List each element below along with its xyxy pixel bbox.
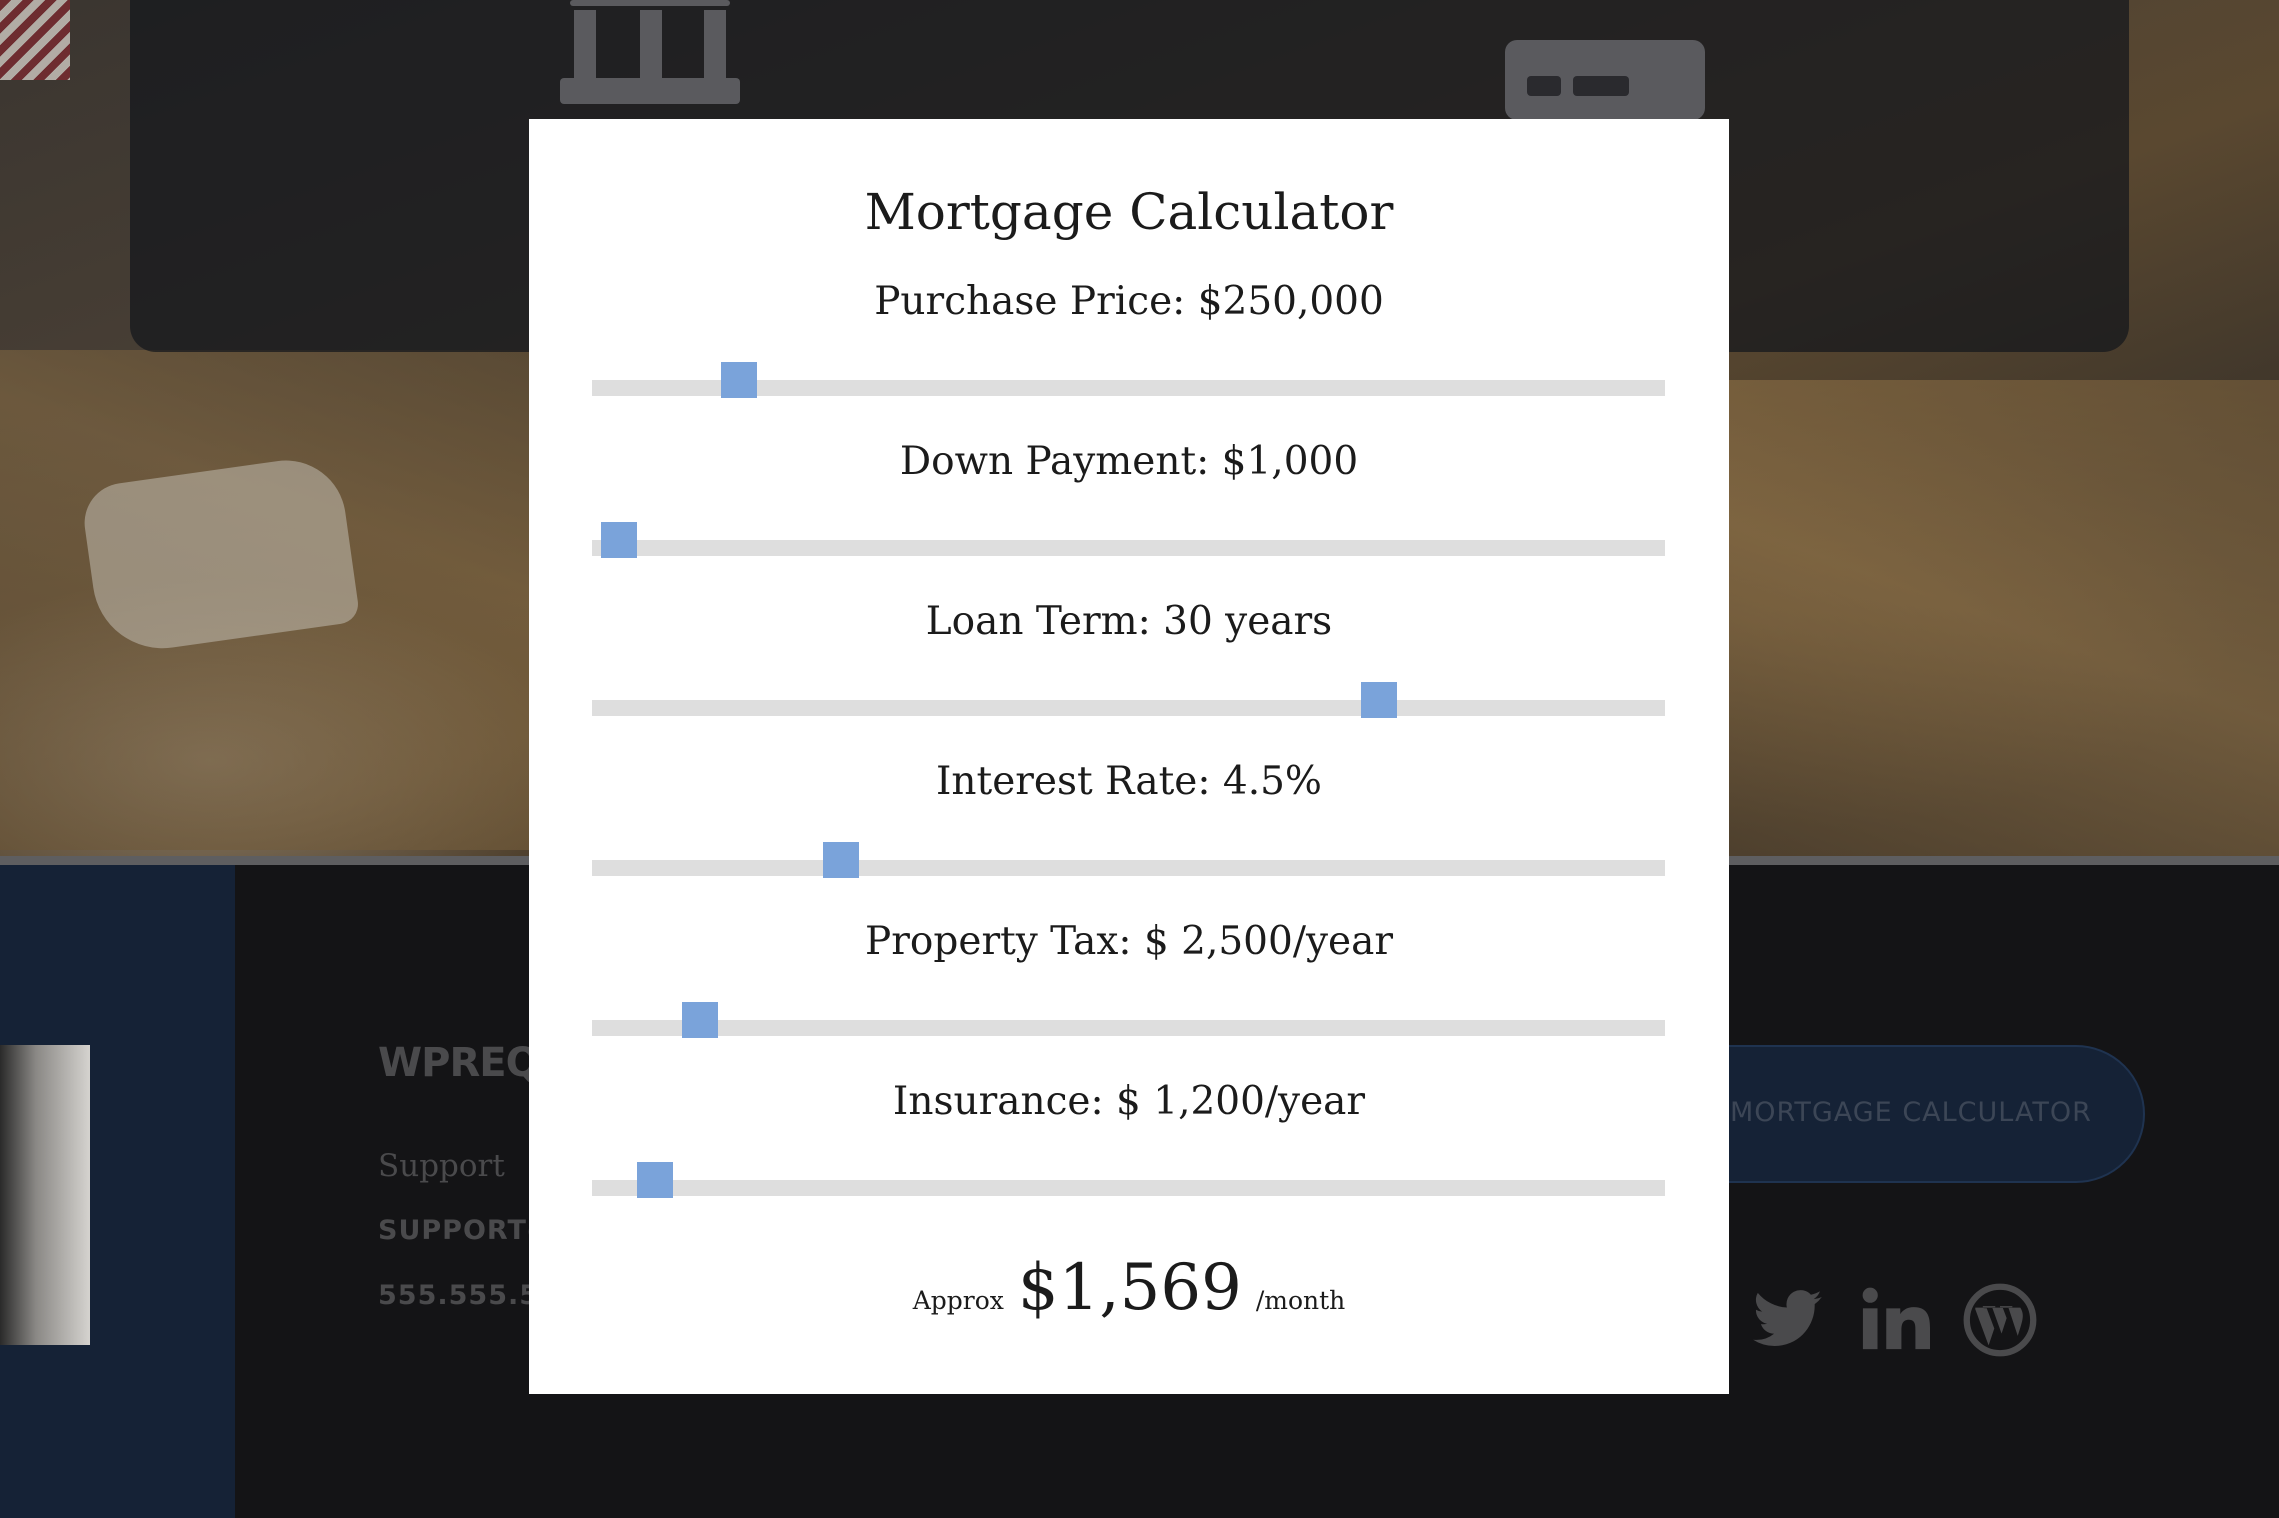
- linkedin-icon[interactable]: [1860, 1275, 1930, 1365]
- hero-decor: [0, 0, 70, 80]
- footer-agent-column: [0, 865, 235, 1518]
- loan-term-slider-thumb[interactable]: [1360, 682, 1397, 718]
- calculator-icon: [1505, 40, 1705, 120]
- interest-rate-label: Interest Rate: 4.5%: [936, 759, 1322, 804]
- monthly-payment-result: Approx $1,569/month: [529, 1251, 1729, 1325]
- property-tax-slider-thumb[interactable]: [682, 1002, 719, 1038]
- interest-rate-slider[interactable]: [592, 842, 1665, 878]
- purchase-price-slider-thumb[interactable]: [721, 362, 757, 398]
- insurance-label: Insurance: $ 1,200/year: [892, 1079, 1366, 1124]
- mortgage-calculator-modal: Mortgage Calculator Purchase Price: $250…: [529, 119, 1729, 1394]
- down-payment-slider[interactable]: [592, 522, 1665, 558]
- footer-brand: WPREQ: [378, 1040, 540, 1086]
- down-payment-slider-thumb[interactable]: [600, 522, 637, 558]
- wordpress-icon[interactable]: [1962, 1275, 2038, 1365]
- result-suffix: /month: [1255, 1286, 1346, 1315]
- purchase-price-slider[interactable]: [592, 362, 1665, 398]
- loan-term-slider[interactable]: [592, 682, 1665, 718]
- agent-photo: [0, 1045, 90, 1345]
- hero-decor: [79, 452, 361, 658]
- mortgage-calculator-button-label: MORTGAGE CALCULATOR: [1730, 1097, 2092, 1128]
- insurance-slider[interactable]: [592, 1162, 1665, 1198]
- result-prefix: Approx: [912, 1286, 1004, 1315]
- property-tax-label: Property Tax: $ 2,500/year: [865, 919, 1393, 964]
- loan-term-label: Loan Term: 30 years: [925, 599, 1333, 644]
- support-label: Support: [378, 1148, 505, 1184]
- hero-decor: [1700, 380, 2279, 856]
- monthly-payment-amount: $1,569: [1017, 1251, 1242, 1325]
- insurance-slider-thumb[interactable]: [637, 1162, 674, 1198]
- interest-rate-slider-thumb[interactable]: [822, 842, 859, 878]
- modal-title: Mortgage Calculator: [864, 183, 1394, 241]
- bank-icon: [560, 0, 740, 104]
- purchase-price-label: Purchase Price: $250,000: [874, 279, 1384, 324]
- twitter-icon[interactable]: [1750, 1275, 1825, 1365]
- property-tax-slider[interactable]: [592, 1002, 1665, 1038]
- down-payment-label: Down Payment: $1,000: [899, 439, 1359, 484]
